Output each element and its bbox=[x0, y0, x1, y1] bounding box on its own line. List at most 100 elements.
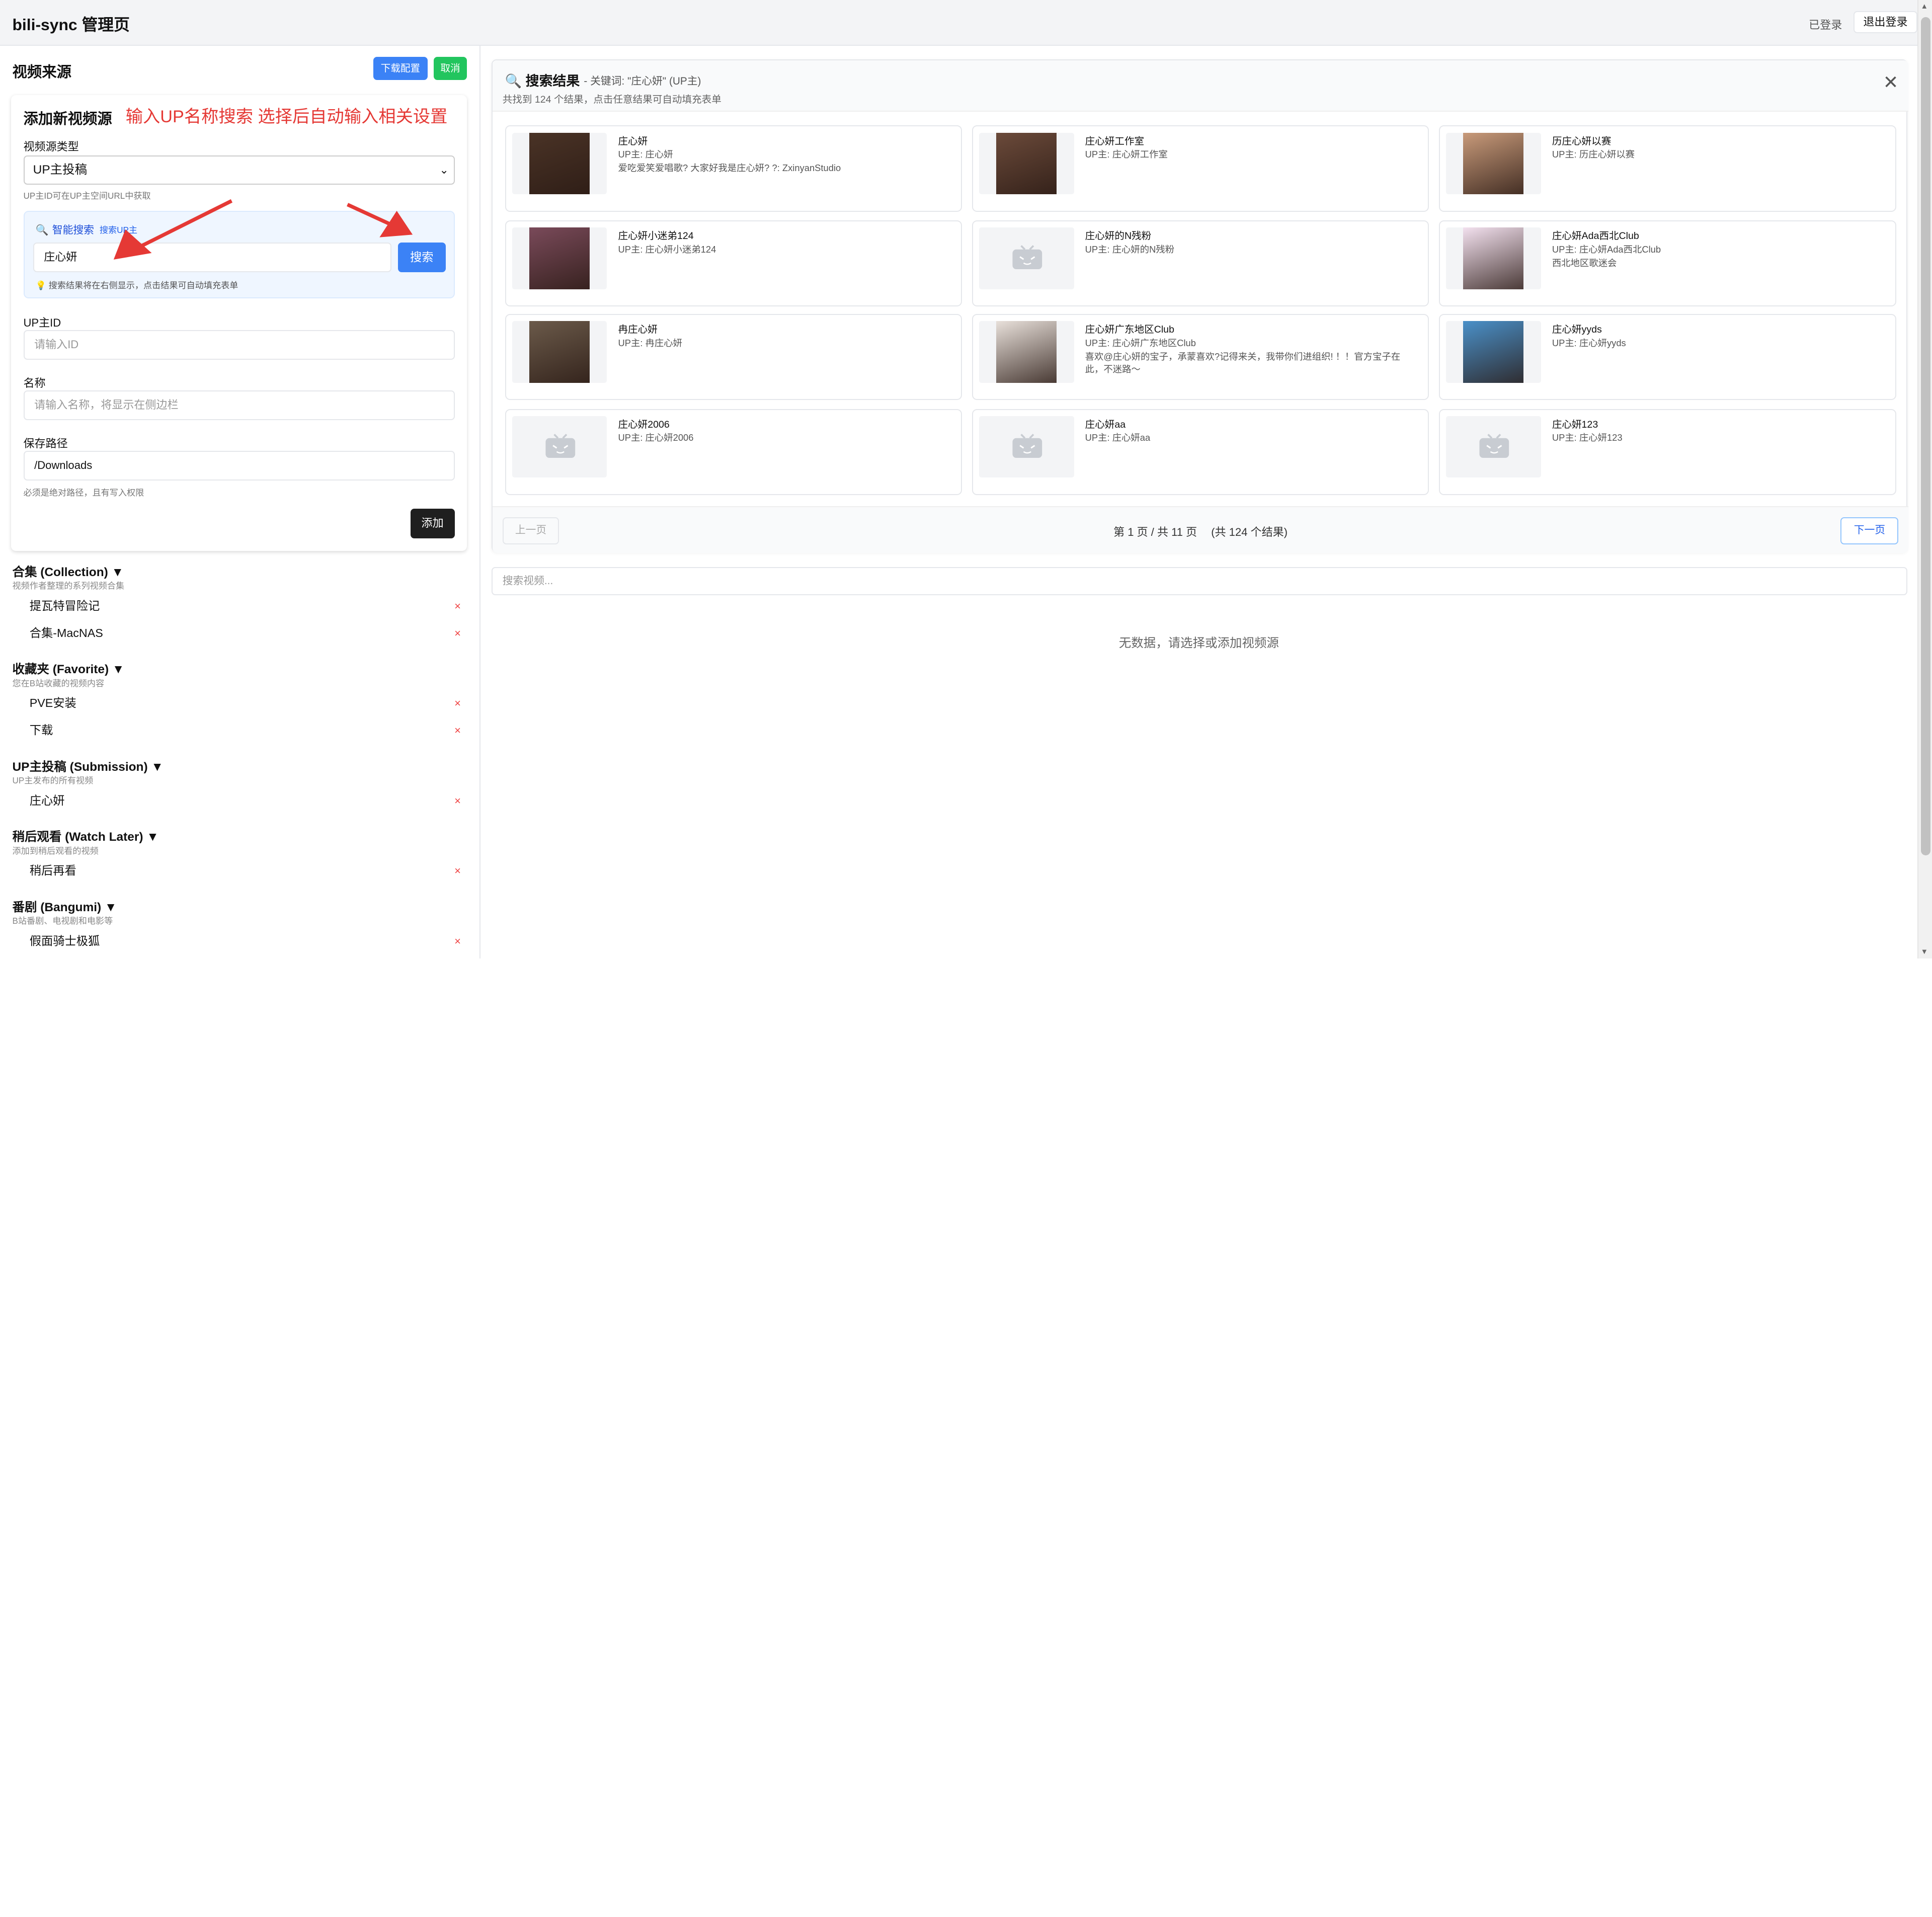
group-desc: 添加到稍后观看的视频 bbox=[12, 845, 99, 856]
result-up: UP主: 冉庄心妍 bbox=[618, 337, 682, 348]
delete-icon[interactable]: × bbox=[454, 857, 461, 885]
result-card[interactable]: 庄心妍小迷弟124 UP主: 庄心妍小迷弟124 bbox=[505, 220, 962, 307]
name-input[interactable]: 请输入名称，将显示在侧边栏 bbox=[23, 390, 455, 421]
source-item[interactable]: 假面骑士极狐 × bbox=[0, 928, 480, 955]
up-id-input[interactable]: 请输入ID bbox=[23, 330, 455, 360]
download-config-button[interactable]: 下载配置 bbox=[373, 56, 428, 81]
source-type-select[interactable]: UP主投稿 ⌄ bbox=[23, 155, 455, 185]
source-type-value: UP主投稿 bbox=[33, 163, 88, 177]
group-desc: 您在B站收藏的视频内容 bbox=[12, 678, 105, 688]
delete-icon[interactable]: × bbox=[454, 593, 461, 620]
annotation-text: 输入UP名称搜索 选择后自动输入相关设置 bbox=[125, 107, 448, 127]
group-title[interactable]: UP主投稿 (Submission) ▼ bbox=[0, 759, 480, 775]
source-type-label: 视频源类型 bbox=[23, 140, 79, 153]
result-card[interactable]: 庄心妍工作室 UP主: 庄心妍工作室 bbox=[972, 125, 1429, 212]
avatar bbox=[996, 321, 1057, 383]
result-card[interactable]: 历庄心妍以赛 UP主: 历庄心妍以赛 bbox=[1438, 125, 1896, 212]
result-card[interactable]: 庄心妍2006 UP主: 庄心妍2006 bbox=[505, 409, 962, 496]
source-item[interactable]: 庄心妍 × bbox=[0, 787, 480, 815]
result-name: 庄心妍工作室 bbox=[1085, 135, 1145, 147]
delete-icon[interactable]: × bbox=[454, 717, 461, 744]
result-thumbnail bbox=[1446, 132, 1541, 195]
result-card[interactable]: 庄心妍123 UP主: 庄心妍123 bbox=[1438, 409, 1896, 496]
avatar bbox=[529, 227, 590, 289]
avatar bbox=[996, 132, 1057, 195]
result-name: 庄心妍的N残粉 bbox=[1085, 230, 1152, 242]
add-button[interactable]: 添加 bbox=[410, 509, 455, 539]
result-card[interactable]: 庄心妍yyds UP主: 庄心妍yyds bbox=[1438, 314, 1896, 401]
result-up: UP主: 庄心妍aa bbox=[1085, 432, 1151, 443]
results-header: 🔍 搜索结果 - 关键词: "庄心妍" (UP主) 共找到 124 个结果，点击… bbox=[493, 60, 1909, 112]
source-item[interactable]: 合集-MacNAS × bbox=[0, 620, 480, 647]
placeholder-tv-icon bbox=[545, 434, 575, 458]
result-desc: 喜欢@庄心妍的宝子，承蒙喜欢?记得来关，我带你们进组织! ！！官方宝子在此，不迷… bbox=[1085, 351, 1401, 374]
page-scrollbar[interactable]: ▲ ▼ bbox=[1917, 0, 1932, 959]
smart-search-title-text: 智能搜索 bbox=[52, 224, 94, 236]
next-page-button[interactable]: 下一页 bbox=[1840, 517, 1899, 544]
scroll-thumb[interactable] bbox=[1920, 17, 1931, 855]
smart-search-box: 🔍 智能搜索 搜索UP主 庄心妍 搜索 💡 搜索结果将在右侧显示，点击结果可自动填… bbox=[23, 210, 455, 298]
smart-search-tip: 💡 搜索结果将在右侧显示，点击结果可自动填充表单 bbox=[35, 280, 238, 290]
scroll-down-icon[interactable]: ▼ bbox=[1921, 948, 1928, 956]
search-button[interactable]: 搜索 bbox=[397, 242, 446, 272]
placeholder-tv-icon bbox=[1012, 245, 1042, 270]
result-up: UP主: 庄心妍的N残粉 bbox=[1085, 244, 1175, 255]
result-thumbnail bbox=[512, 321, 607, 383]
source-item[interactable]: 下载 × bbox=[0, 717, 480, 744]
result-thumbnail bbox=[1446, 321, 1541, 383]
form-title: 添加新视频源 bbox=[23, 111, 112, 128]
search-icon: 🔍 bbox=[35, 224, 49, 236]
sidebar: 视频来源 下载配置 取消 添加新视频源 输入UP名称搜索 选择后自动输入相关设置… bbox=[0, 45, 481, 959]
result-desc: 西北地区歌迷会 bbox=[1552, 257, 1617, 268]
up-search-input[interactable]: 庄心妍 bbox=[33, 242, 392, 272]
smart-search-subtitle: 搜索UP主 bbox=[99, 224, 138, 235]
scroll-up-icon[interactable]: ▲ bbox=[1921, 3, 1928, 11]
search-icon: 🔍 bbox=[505, 73, 522, 89]
result-up: UP主: 历庄心妍以赛 bbox=[1552, 148, 1635, 159]
group-title[interactable]: 合集 (Collection) ▼ bbox=[0, 565, 480, 581]
group-title[interactable]: 稍后观看 (Watch Later) ▼ bbox=[0, 829, 480, 845]
result-name: 庄心妍123 bbox=[1552, 419, 1598, 430]
source-item[interactable]: 提瓦特冒险记 × bbox=[0, 593, 480, 620]
result-up: UP主: 庄心妍2006 bbox=[618, 432, 694, 443]
result-up: UP主: 庄心妍广东地区Club bbox=[1085, 337, 1196, 348]
result-card[interactable]: 庄心妍Ada西北Club UP主: 庄心妍Ada西北Club 西北地区歌迷会 bbox=[1438, 220, 1896, 307]
group-title[interactable]: 番剧 (Bangumi) ▼ bbox=[0, 900, 480, 916]
delete-icon[interactable]: × bbox=[454, 620, 461, 647]
add-source-form: 添加新视频源 输入UP名称搜索 选择后自动输入相关设置 视频源类型 UP主投稿 … bbox=[11, 95, 467, 551]
result-name: 历庄心妍以赛 bbox=[1552, 135, 1612, 147]
result-name: 庄心妍aa bbox=[1085, 419, 1126, 430]
app-root: bili-sync 管理页 已登录 退出登录 视频来源 下载配置 取消 添加新视… bbox=[0, 0, 1932, 959]
close-icon[interactable]: ✕ bbox=[1883, 73, 1899, 92]
delete-icon[interactable]: × bbox=[454, 690, 461, 717]
delete-icon[interactable]: × bbox=[454, 787, 461, 815]
source-item-label: 假面骑士极狐 bbox=[29, 934, 100, 947]
group-collection: 合集 (Collection) ▼ 视频作者整理的系列视频合集 提瓦特冒险记 × … bbox=[0, 565, 480, 647]
avatar bbox=[1463, 132, 1524, 195]
logout-button[interactable]: 退出登录 bbox=[1854, 11, 1917, 34]
video-search-input[interactable]: 搜索视频... bbox=[492, 567, 1908, 595]
result-name: 庄心妍广东地区Club bbox=[1085, 324, 1174, 336]
result-card[interactable]: 庄心妍 UP主: 庄心妍 爱吃爱笑爱唱歌? 大家好我是庄心妍? ?: Zxinyan… bbox=[505, 125, 962, 212]
result-desc: 爱吃爱笑爱唱歌? 大家好我是庄心妍? ?: ZxinyanStudio bbox=[618, 163, 841, 174]
delete-icon[interactable]: × bbox=[454, 928, 461, 955]
group-submission: UP主投稿 (Submission) ▼ UP主发布的所有视频 庄心妍 × bbox=[0, 759, 480, 815]
result-up: UP主: 庄心妍小迷弟124 bbox=[618, 244, 716, 255]
path-input[interactable]: /Downloads bbox=[23, 451, 455, 481]
group-bangumi: 番剧 (Bangumi) ▼ B站番剧、电视剧和电影等 假面骑士极狐 × bbox=[0, 900, 480, 955]
result-card[interactable]: 冉庄心妍 UP主: 冉庄心妍 bbox=[505, 314, 962, 401]
source-item[interactable]: 稍后再看 × bbox=[0, 857, 480, 885]
avatar bbox=[1463, 227, 1524, 289]
cancel-button[interactable]: 取消 bbox=[434, 56, 467, 81]
source-item-label: PVE安装 bbox=[29, 696, 76, 710]
result-thumbnail bbox=[512, 132, 607, 195]
group-title[interactable]: 收藏夹 (Favorite) ▼ bbox=[0, 662, 480, 678]
source-item[interactable]: PVE安装 × bbox=[0, 690, 480, 717]
group-desc: 视频作者整理的系列视频合集 bbox=[12, 581, 125, 591]
group-desc: UP主发布的所有视频 bbox=[12, 775, 94, 786]
result-card[interactable]: 庄心妍aa UP主: 庄心妍aa bbox=[972, 409, 1429, 496]
source-item-label: 庄心妍 bbox=[29, 793, 65, 807]
empty-state: 无数据，请选择或添加视频源 bbox=[1118, 636, 1279, 650]
result-card[interactable]: 庄心妍广东地区Club UP主: 庄心妍广东地区Club 喜欢@庄心妍的宝子，承蒙喜… bbox=[972, 314, 1429, 401]
result-card[interactable]: 庄心妍的N残粉 UP主: 庄心妍的N残粉 bbox=[972, 220, 1429, 307]
